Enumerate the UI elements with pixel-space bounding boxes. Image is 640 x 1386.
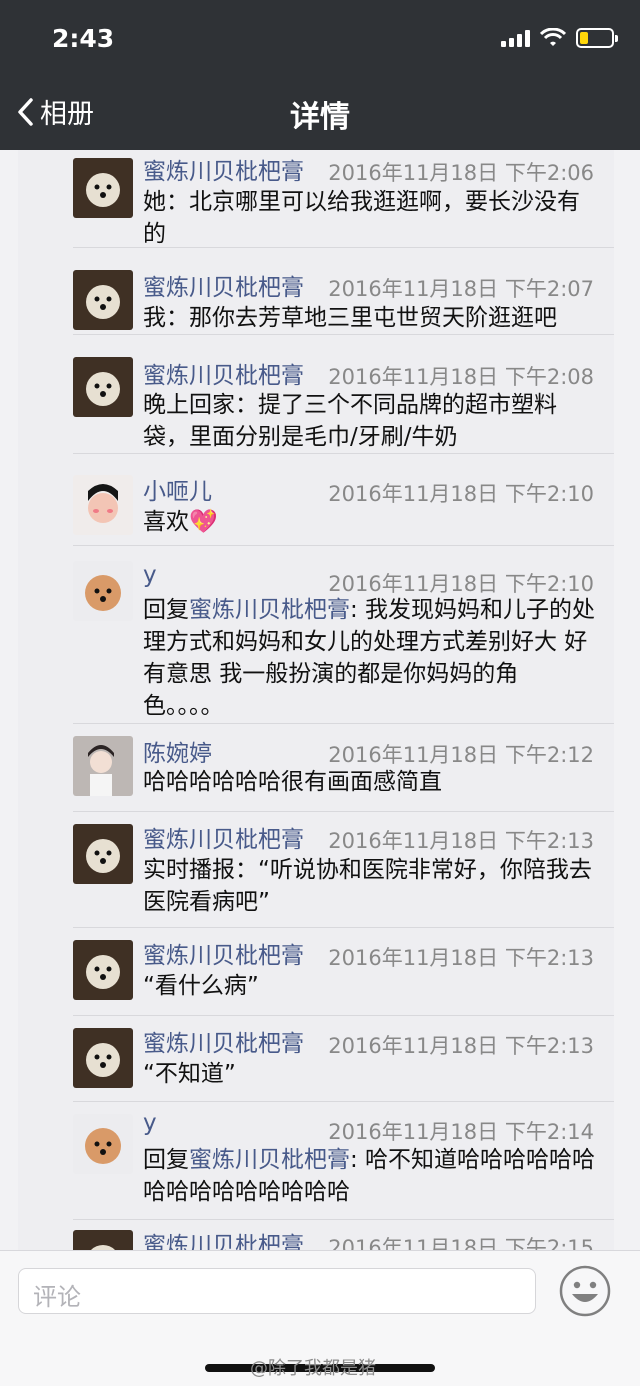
comment-time: 2016年11月18日 下午2:14: [328, 1120, 594, 1144]
comment-author[interactable]: y: [143, 562, 157, 588]
comment-author[interactable]: 蜜炼川贝枇杷膏: [143, 936, 304, 970]
comment-item: 陈婉婷 2016年11月18日 下午2:12 哈哈哈哈哈哈很有画面感简直: [73, 734, 614, 812]
signal-icon: [501, 29, 530, 47]
comment-time: 2016年11月18日 下午2:13: [328, 1034, 594, 1058]
comment-time: 2016年11月18日 下午2:13: [328, 946, 594, 970]
emoji-icon[interactable]: [559, 1265, 611, 1317]
comment-item: 蜜炼川贝枇杷膏 2016年11月18日 下午2:13 “不知道”: [73, 1024, 614, 1102]
comment-author[interactable]: 蜜炼川贝枇杷膏: [143, 820, 304, 854]
comment-item: y 2016年11月18日 下午2:14 回复蜜炼川贝枇杷膏: 哈不知道哈哈哈哈…: [73, 1110, 614, 1220]
comment-text: 哈哈哈哈哈哈很有画面感简直: [143, 769, 442, 795]
avatar[interactable]: [73, 270, 133, 330]
comment-text: 回复蜜炼川贝枇杷膏: 我发现妈妈和儿子的处理方式和妈妈和女儿的处理方式差别好大 …: [143, 594, 598, 722]
comment-input-bar: 评论 @除了我都是猪: [0, 1250, 640, 1386]
comment-item: 蜜炼川贝枇杷膏 2016年11月18日 下午2:08 晚上回家：提了三个不同品牌…: [73, 348, 614, 454]
comment-author[interactable]: y: [143, 1110, 157, 1136]
reply-prefix: 回复: [143, 1147, 189, 1173]
comment-time: 2016年11月18日 下午2:08: [328, 365, 594, 389]
comment-text: “看什么病”: [143, 973, 259, 999]
top-bar: 2:43 相册 详情: [0, 0, 640, 150]
comment-time: 2016年11月18日 下午2:06: [328, 161, 594, 185]
comment-item: 蜜炼川贝枇杷膏 2016年11月18日 下午2:13 实时播报：“听说协和医院非…: [73, 816, 614, 928]
status-icons: [501, 28, 618, 48]
avatar[interactable]: [73, 1114, 133, 1174]
reply-to-name[interactable]: 蜜炼川贝枇杷膏: [189, 597, 350, 623]
page-title: 详情: [290, 100, 350, 135]
wifi-icon: [540, 28, 566, 46]
comment-input[interactable]: 评论: [18, 1268, 536, 1314]
avatar[interactable]: [73, 940, 133, 1000]
comment-text: “不知道”: [143, 1061, 236, 1087]
reply-prefix: 回复: [143, 597, 189, 623]
battery-icon: [576, 28, 618, 48]
comment-time: 2016年11月18日 下午2:07: [328, 277, 594, 301]
comment-item: 蜜炼川贝枇杷膏 2016年11月18日 下午2:15: [73, 1226, 614, 1250]
comment-time: 2016年11月18日 下午2:12: [328, 743, 594, 767]
status-time: 2:43: [52, 24, 115, 53]
comment-time: 2016年11月18日 下午2:10: [328, 482, 594, 506]
avatar[interactable]: [73, 1028, 133, 1088]
comment-time: 2016年11月18日 下午2:15: [328, 1236, 594, 1250]
comment-author[interactable]: 陈婉婷: [143, 734, 212, 768]
comment-text: 晚上回家：提了三个不同品牌的超市塑料袋，里面分别是毛巾/牙刷/牛奶: [143, 392, 557, 450]
avatar[interactable]: [73, 736, 133, 796]
comment-text: 喜欢💖: [143, 509, 218, 535]
comment-text: 回复蜜炼川贝枇杷膏: 哈不知道哈哈哈哈哈哈哈哈哈哈哈哈哈哈哈: [143, 1144, 598, 1208]
comment-author[interactable]: 蜜炼川贝枇杷膏: [143, 1024, 304, 1058]
comment-author[interactable]: 蜜炼川贝枇杷膏: [143, 268, 304, 302]
avatar[interactable]: [73, 561, 133, 621]
comment-item: 蜜炼川贝枇杷膏 2016年11月18日 下午2:07 我：那你去芳草地三里屯世贸…: [73, 262, 614, 335]
comment-item: y 2016年11月18日 下午2:10 回复蜜炼川贝枇杷膏: 我发现妈妈和儿子…: [73, 556, 614, 724]
avatar[interactable]: [73, 357, 133, 417]
comment-text: 我：那你去芳草地三里屯世贸天阶逛逛吧: [143, 305, 557, 331]
avatar[interactable]: [73, 158, 133, 218]
comment-list: 蜜炼川贝枇杷膏 2016年11月18日 下午2:06 她：北京哪里可以给我逛逛啊…: [18, 150, 614, 1250]
comment-author[interactable]: 蜜炼川贝枇杷膏: [143, 152, 304, 186]
avatar[interactable]: [73, 824, 133, 884]
avatar[interactable]: [73, 1230, 133, 1250]
comment-item: 蜜炼川贝枇杷膏 2016年11月18日 下午2:06 她：北京哪里可以给我逛逛啊…: [73, 150, 614, 248]
comment-author[interactable]: 蜜炼川贝枇杷膏: [143, 356, 304, 390]
comment-item: 蜜炼川贝枇杷膏 2016年11月18日 下午2:13 “看什么病”: [73, 936, 614, 1016]
reply-to-name[interactable]: 蜜炼川贝枇杷膏: [189, 1147, 350, 1173]
watermark: @除了我都是猪: [250, 1358, 376, 1379]
comment-time: 2016年11月18日 下午2:13: [328, 829, 594, 853]
avatar[interactable]: [73, 475, 133, 535]
comment-text: 她：北京哪里可以给我逛逛啊，要长沙没有的: [143, 189, 580, 247]
comment-text: 实时播报：“听说协和医院非常好，你陪我去医院看病吧”: [143, 857, 592, 915]
comment-author[interactable]: 蜜炼川贝枇杷膏: [143, 1226, 304, 1250]
comment-author[interactable]: 小咂儿: [143, 472, 212, 506]
comment-item: 小咂儿 2016年11月18日 下午2:10 喜欢💖: [73, 466, 614, 546]
